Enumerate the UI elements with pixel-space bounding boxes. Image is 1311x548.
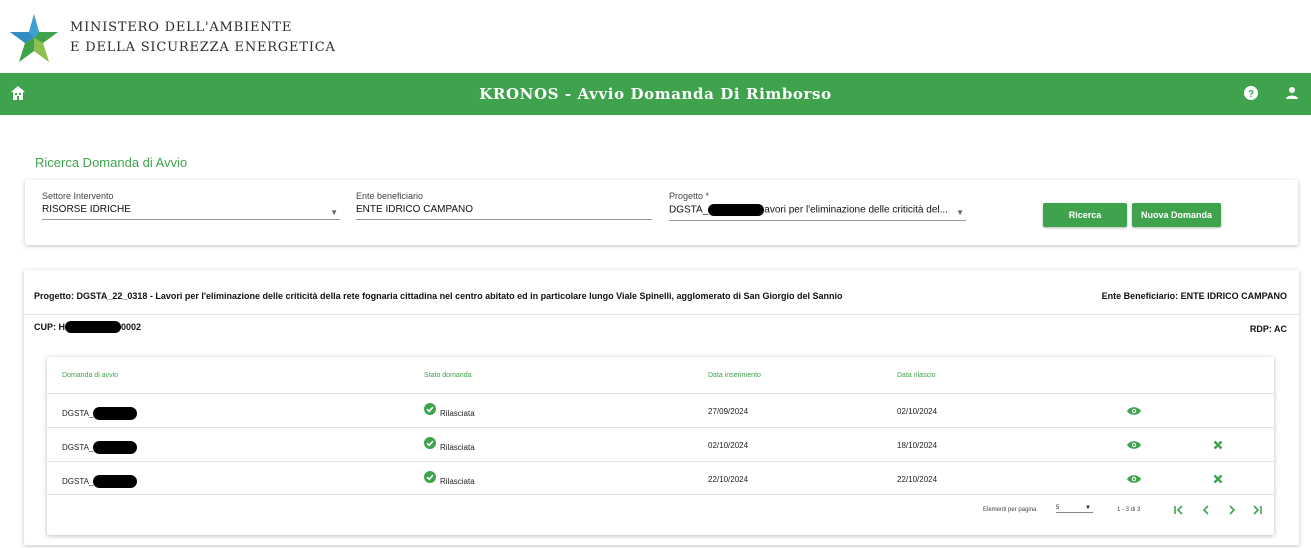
cup-code: CUP: H 0002 (34, 321, 141, 333)
table-row: DGSTA_ Rilasciata 27/09/2024 02/10/2024 (47, 393, 1274, 427)
domanda-cell: DGSTA_ (62, 441, 138, 454)
data-inserimento-cell: 22/10/2024 (708, 475, 749, 484)
project-details-card: Progetto: DGSTA_22_0318 - Lavori per l'e… (24, 270, 1299, 545)
progetto-label: Progetto * (669, 191, 710, 201)
stato-text: Rilasciata (440, 442, 475, 452)
progetto-select[interactable]: Progetto * DGSTA_ avori per l'eliminazion… (669, 191, 966, 221)
data-rilascio-cell: 02/10/2024 (897, 407, 938, 416)
redacted-block (93, 441, 138, 454)
project-description: Progetto: DGSTA_22_0318 - Lavori per l'e… (34, 291, 843, 301)
domanda-code: DGSTA_ (62, 443, 94, 452)
divider (24, 314, 1299, 315)
divider (47, 494, 1274, 495)
data-inserimento-cell: 27/09/2024 (708, 407, 749, 416)
view-eye-icon[interactable] (1127, 406, 1141, 416)
check-circle-icon (424, 403, 436, 415)
domanda-cell: DGSTA_ (62, 407, 138, 420)
user-icon[interactable] (1284, 85, 1300, 101)
domande-table: Domanda di avvio Stato domanda Data inse… (47, 357, 1274, 535)
search-form: Settore Intervento RISORSE IDRICHE ▼ Ent… (25, 180, 1298, 245)
check-circle-icon (424, 471, 436, 483)
nuova-domanda-button[interactable]: Nuova Domanda (1132, 203, 1221, 227)
progetto-value[interactable]: DGSTA_ avori per l'eliminazione delle cri… (669, 204, 966, 221)
column-header-rilascio[interactable]: Data rilascio (897, 372, 936, 379)
redacted-block (93, 475, 138, 488)
view-eye-icon[interactable] (1127, 440, 1141, 450)
delete-x-icon[interactable] (1213, 474, 1223, 484)
chevron-down-icon[interactable]: ▼ (330, 208, 338, 217)
search-section-title: Ricerca Domanda di Avvio (35, 155, 188, 170)
column-header-domanda[interactable]: Domanda di avvio (62, 372, 118, 379)
domanda-cell: DGSTA_ (62, 475, 138, 488)
stato-text: Rilasciata (440, 408, 475, 418)
rdp-code: RDP: AC (1249, 324, 1287, 334)
ente-value[interactable]: ENTE IDRICO CAMPANO (356, 204, 652, 220)
stato-cell: Rilasciata (424, 471, 475, 487)
app-title: KRONOS - Avvio Domanda Di Rimborso (479, 85, 832, 103)
ministry-name-line2: E DELLA SICUREZZA ENERGETICA (70, 40, 336, 55)
stato-cell: Rilasciata (424, 403, 475, 419)
table-row: DGSTA_ Rilasciata 22/10/2024 22/10/2024 (47, 461, 1274, 495)
page-size-value: 5 (1056, 505, 1060, 511)
ente-beneficiario-info: Ente Beneficiario: ENTE IDRICO CAMPANO (1101, 291, 1287, 301)
page-size-label: Elementi per pagina (983, 507, 1037, 513)
settore-intervento-select[interactable]: Settore Intervento RISORSE IDRICHE ▼ (42, 191, 340, 220)
ministry-brand: MINISTERO DELL'AMBIENTE E DELLA SICUREZZ… (6, 8, 336, 68)
domanda-code: DGSTA_ (62, 477, 94, 486)
table-row: DGSTA_ Rilasciata 02/10/2024 18/10/2024 (47, 427, 1274, 461)
redacted-block (65, 321, 121, 333)
page-range: 1 - 3 di 3 (1117, 507, 1141, 513)
chevron-down-icon[interactable]: ▼ (1085, 505, 1091, 511)
last-page-icon[interactable] (1251, 504, 1263, 516)
settore-label: Settore Intervento (42, 191, 114, 201)
check-circle-icon (424, 437, 436, 449)
settore-value[interactable]: RISORSE IDRICHE ▼ (42, 204, 340, 220)
next-page-icon[interactable] (1226, 504, 1238, 516)
data-inserimento-cell: 02/10/2024 (708, 441, 749, 450)
column-header-stato[interactable]: Stato domanda (424, 372, 471, 379)
help-icon[interactable]: ? (1243, 85, 1259, 101)
settore-value-text: RISORSE IDRICHE (42, 204, 131, 215)
stato-cell: Rilasciata (424, 437, 475, 453)
ministry-star-logo-icon (10, 14, 58, 62)
ente-beneficiario-field[interactable]: Ente beneficiario ENTE IDRICO CAMPANO (356, 191, 652, 220)
progetto-prefix: DGSTA_ (669, 204, 709, 216)
column-header-inserimento[interactable]: Data inserimento (708, 372, 761, 379)
progetto-suffix: avori per l'eliminazione delle criticità… (764, 204, 948, 216)
data-rilascio-cell: 18/10/2024 (897, 441, 938, 450)
ministry-name-line1: MINISTERO DELL'AMBIENTE (70, 20, 293, 35)
delete-x-icon[interactable] (1213, 440, 1223, 450)
svg-text:?: ? (1248, 89, 1254, 100)
previous-page-icon[interactable] (1200, 504, 1212, 516)
view-eye-icon[interactable] (1127, 474, 1141, 484)
cup-prefix: CUP: H (34, 322, 65, 332)
domanda-code: DGSTA_ (62, 409, 94, 418)
stato-text: Rilasciata (440, 476, 475, 486)
chevron-down-icon[interactable]: ▼ (956, 208, 964, 217)
app-toolbar: KRONOS - Avvio Domanda Di Rimborso ? (0, 73, 1311, 115)
redacted-block (93, 407, 138, 420)
ricerca-button[interactable]: Ricerca (1043, 203, 1127, 227)
ente-label: Ente beneficiario (356, 191, 424, 201)
ministry-name: MINISTERO DELL'AMBIENTE E DELLA SICUREZZ… (70, 18, 336, 58)
data-rilascio-cell: 22/10/2024 (897, 475, 938, 484)
page-size-select[interactable]: 5 ▼ (1056, 505, 1093, 513)
cup-suffix: 0002 (121, 322, 142, 332)
first-page-icon[interactable] (1173, 504, 1185, 516)
redacted-block (708, 204, 765, 216)
